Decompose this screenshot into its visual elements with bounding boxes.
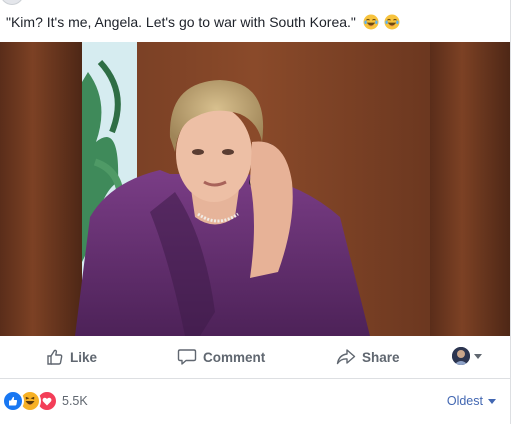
facebook-post: "Kim? It's me, Angela. Let's go to war w…: [0, 0, 511, 424]
laughing-tears-emoji-icon: [363, 14, 379, 30]
comment-sort-dropdown[interactable]: Oldest: [447, 394, 496, 408]
chevron-down-icon: [474, 353, 482, 359]
post-caption: "Kim? It's me, Angela. Let's go to war w…: [6, 10, 400, 34]
share-button[interactable]: Share: [336, 346, 400, 368]
like-label: Like: [70, 349, 98, 365]
reactions-summary[interactable]: 5.5K: [2, 390, 88, 412]
laughing-tears-emoji-icon: [384, 14, 400, 30]
chevron-down-icon: [488, 399, 496, 404]
post-as-selector[interactable]: [452, 347, 482, 365]
user-avatar: [452, 347, 470, 365]
photo-illustration: [0, 42, 510, 336]
reaction-count: 5.5K: [62, 394, 88, 408]
share-arrow-icon: [336, 349, 356, 365]
thumbs-up-icon: [47, 349, 63, 365]
like-reaction-icon: [2, 390, 24, 412]
comment-button[interactable]: Comment: [177, 346, 265, 368]
post-actions-bar: Like Comment Share: [0, 336, 510, 379]
comment-label: Comment: [203, 349, 266, 365]
comment-sort-label: Oldest: [446, 394, 483, 408]
comment-bubble-icon: [177, 349, 197, 365]
poster-avatar[interactable]: [0, 0, 24, 5]
post-caption-text: "Kim? It's me, Angela. Let's go to war w…: [6, 14, 356, 30]
post-photo[interactable]: [0, 42, 510, 336]
share-label: Share: [362, 349, 400, 365]
like-button[interactable]: Like: [46, 346, 97, 368]
